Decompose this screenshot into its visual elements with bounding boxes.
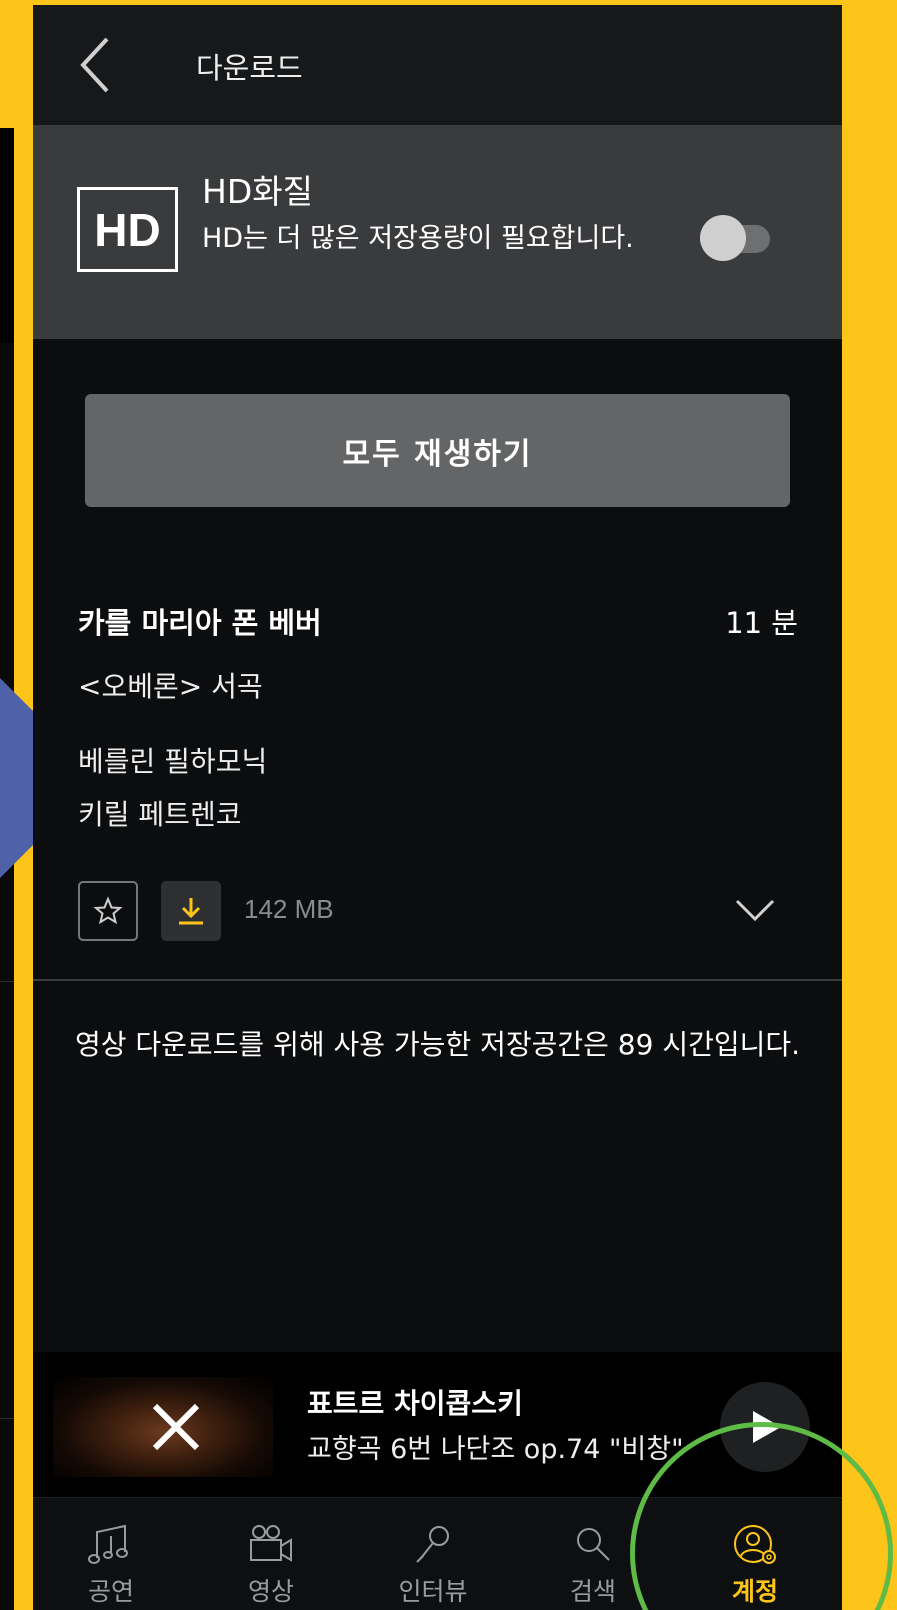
storage-message: 영상 다운로드를 위해 사용 가능한 저장공간은 89 시간입니다. <box>74 1028 801 1061</box>
mini-player-subtitle: 교향곡 6번 나단조 op.74 "비창" <box>307 1434 684 1465</box>
work-title: <오베론> 서곡 <box>78 670 263 703</box>
download-button[interactable] <box>161 881 221 941</box>
hd-toggle[interactable] <box>700 215 770 261</box>
mini-player-thumbnail <box>53 1377 273 1477</box>
background-phone-divider <box>0 1418 14 1419</box>
divider <box>33 979 842 981</box>
back-arrow-icon[interactable] <box>73 33 123 97</box>
duration: 11 분 <box>725 606 798 640</box>
microphone-icon <box>416 1526 449 1563</box>
hd-badge-icon: HD <box>77 187 178 272</box>
background-phone-segment <box>0 128 14 343</box>
music-notes-icon <box>88 1524 128 1564</box>
nav-label: 인터뷰 <box>398 1577 468 1606</box>
download-icon <box>179 898 203 925</box>
hd-description: HD는 더 많은 저장용량이 필요합니다. <box>202 223 634 254</box>
hd-title: HD화질 <box>202 172 313 211</box>
app-header: 다운로드 <box>33 5 842 125</box>
favorite-button[interactable] <box>78 881 138 941</box>
mini-player-title: 표트르 차이콥스키 <box>307 1387 523 1420</box>
file-size: 142 MB <box>244 894 334 924</box>
chevron-down-icon[interactable] <box>733 895 777 925</box>
performer-orchestra: 베를린 필하모닉 <box>78 745 268 778</box>
nav-item-performances[interactable]: 공연 <box>41 1498 181 1610</box>
close-icon[interactable] <box>149 1400 203 1454</box>
nav-label: 영상 <box>247 1577 294 1606</box>
page-title: 다운로드 <box>196 51 303 85</box>
performer-conductor: 키릴 페트렌코 <box>78 798 242 831</box>
toggle-knob <box>700 215 746 261</box>
nav-item-interviews[interactable]: 인터뷰 <box>363 1498 503 1610</box>
star-icon <box>93 896 123 925</box>
composer-name: 카를 마리아 폰 베버 <box>78 606 322 640</box>
search-icon <box>577 1528 610 1561</box>
nav-label: 검색 <box>569 1577 616 1606</box>
play-all-button[interactable]: 모두 재생하기 <box>85 394 790 507</box>
phone-screen: 다운로드 HD HD화질 HD는 더 많은 저장용량이 필요합니다. 모두 재생… <box>33 5 842 1610</box>
nav-label: 공연 <box>87 1577 134 1606</box>
nav-item-videos[interactable]: 영상 <box>201 1498 341 1610</box>
video-camera-icon <box>250 1525 292 1562</box>
hd-quality-setting: HD HD화질 HD는 더 많은 저장용량이 필요합니다. <box>33 125 842 339</box>
background-phone-divider <box>0 981 14 982</box>
